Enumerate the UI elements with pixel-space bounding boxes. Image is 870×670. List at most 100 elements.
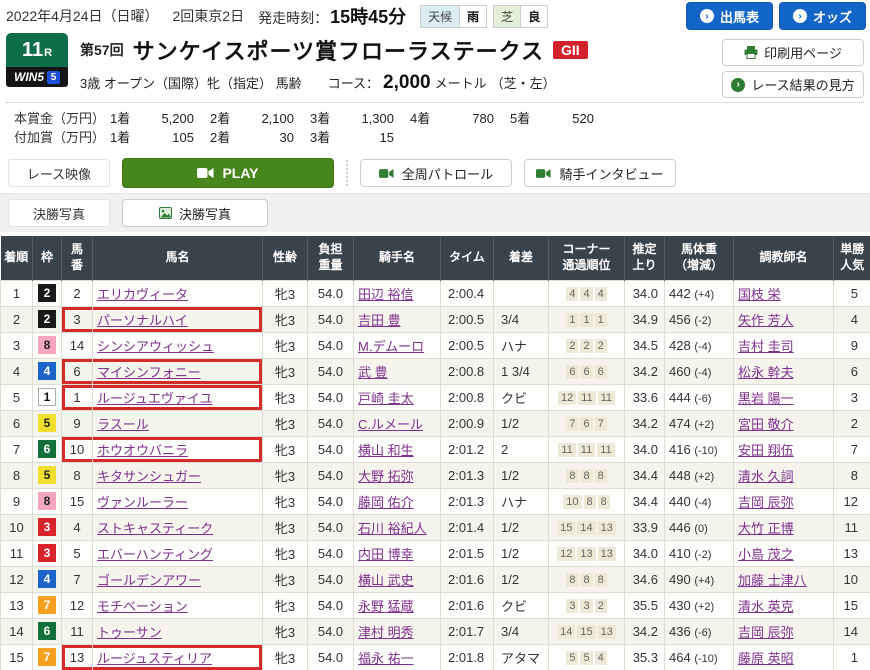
horse-name-link[interactable]: エリカヴィータ [97,287,188,302]
trainer-link[interactable]: 矢作 芳人 [738,313,794,328]
horse-name-link[interactable]: シンシアウィッシュ [97,339,214,354]
horse-name-link[interactable]: ヴァンルーラー [97,495,188,510]
print-page-button[interactable]: 印刷用ページ [722,39,864,66]
trainer-link[interactable]: 松永 幹夫 [738,365,794,380]
frame-badge: 5 [38,466,56,484]
horse-number: 12 [62,592,93,618]
horse-name-cell: ルージュエヴァイユ [93,384,263,410]
trainer-link[interactable]: 清水 英克 [738,599,794,614]
body-weight: 490 (+4) [665,566,734,592]
result-guide-button[interactable]: › レース結果の見方 [722,71,864,98]
jockey-link[interactable]: 津村 明秀 [358,625,414,640]
jockey-link[interactable]: 横山 武史 [358,573,414,588]
col-header-popularity: 単勝 人気 [834,236,870,280]
patrol-video-button[interactable]: 全周パトロール [360,159,512,187]
body-weight: 436 (-6) [665,618,734,644]
jockey-link[interactable]: 横山 和生 [358,443,414,458]
win-popularity: 6 [834,358,870,384]
trainer-link[interactable]: 宮田 敬介 [738,417,794,432]
jockey-link[interactable]: 田辺 裕信 [358,287,414,302]
trainer-link[interactable]: 安田 翔伍 [738,443,794,458]
jockey-link[interactable]: 武 豊 [358,365,388,380]
carried-weight: 54.0 [308,592,354,618]
horse-name-link[interactable]: ルージュスティリア [97,651,212,666]
results-header-row: 着順枠馬 番馬名性齢負担 重量騎手名タイム着差コーナー 通過順位推定 上り馬体重… [1,236,870,280]
trainer-link[interactable]: 清水 久詞 [738,469,794,484]
margin: ハナ [494,488,549,514]
result-row: 3814シンシアウィッシュ牝354.0M.デムーロ2:00.5ハナ22234.5… [1,332,870,358]
weather-value: 雨 [459,5,487,28]
jockey-link[interactable]: 大野 拓弥 [358,469,414,484]
race-edition: 第57回 [80,40,124,60]
sex-age: 牝3 [263,514,308,540]
trainer-link[interactable]: 藤原 英昭 [738,651,794,666]
frame-badge: 4 [38,362,56,380]
horse-number: 9 [62,410,93,436]
trainer-link[interactable]: 吉岡 辰弥 [738,495,794,510]
jockey-link[interactable]: M.デムーロ [358,339,424,354]
sex-age: 牝3 [263,618,308,644]
race-number-badge: 11R WIN55 [6,33,68,98]
entries-button[interactable]: ›出馬表 [686,2,773,30]
horse-name-link[interactable]: ストキャスティーク [97,521,213,536]
result-row: 659ラスール牝354.0C.ルメール2:00.91/276734.2474 (… [1,410,870,436]
trainer-link[interactable]: 加藤 士津八 [738,573,807,588]
jockey-link[interactable]: 戸崎 圭太 [358,391,414,406]
corner-position: 15 [557,521,575,535]
odds-button[interactable]: ›オッズ [779,2,866,30]
horse-name-cell: モチベーション [93,592,263,618]
finish-position: 5 [1,384,33,410]
sex-age: 牝3 [263,358,308,384]
jockey-link[interactable]: 永野 猛蔵 [358,599,414,614]
body-weight: 456 (-2) [665,306,734,332]
corner-position: 5 [566,651,578,665]
horse-name-link[interactable]: エバーハンティング [97,547,213,562]
horse-name-cell: マイシンフォニー [93,358,263,384]
prize-amount: 105 [142,128,194,147]
horse-name-link[interactable]: パーソナルハイ [97,313,188,328]
trainer-link[interactable]: 黒岩 陽一 [738,391,794,406]
jockey-link[interactable]: 内田 博幸 [358,547,414,562]
race-video-row: レース映像 PLAY 全周パトロール 騎手インタビュー [0,154,870,193]
corner-position: 1 [595,313,607,327]
jockey-link[interactable]: 福永 祐一 [358,651,414,666]
corner-position: 4 [580,287,592,301]
frame-badge: 6 [38,440,56,458]
jockey-link[interactable]: C.ルメール [358,417,423,432]
finish-photo-button[interactable]: 決勝写真 [122,199,268,227]
frame-cell: 5 [33,462,62,488]
corner-positions: 554 [549,644,625,670]
horse-name-link[interactable]: ホウオウバニラ [97,443,188,458]
sex-age: 牝3 [263,566,308,592]
margin: 1/2 [494,566,549,592]
margin: クビ [494,384,549,410]
last-3f: 34.2 [625,410,665,436]
trainer-link[interactable]: 小島 茂之 [738,547,794,562]
trainer-link[interactable]: 大竹 正博 [738,521,794,536]
result-row: 122エリカヴィータ牝354.0田辺 裕信2:00.444434.0442 (+… [1,280,870,306]
trainer-link[interactable]: 国枝 栄 [738,287,781,302]
result-row: 858キタサンシュガー牝354.0大野 拓弥2:01.31/288834.444… [1,462,870,488]
corner-position: 6 [595,365,607,379]
jockey-link[interactable]: 石川 裕紀人 [358,521,427,536]
jockey-link[interactable]: 吉田 豊 [358,313,401,328]
horse-name-link[interactable]: トゥーサン [97,625,162,640]
play-button[interactable]: PLAY [122,158,334,188]
horse-name-link[interactable]: キタサンシュガー [97,469,201,484]
jockey-link[interactable]: 藤岡 佑介 [358,495,414,510]
horse-name-link[interactable]: マイシンフォニー [97,365,201,380]
jockey-interview-button[interactable]: 騎手インタビュー [524,159,676,187]
finish-time: 2:01.2 [441,436,494,462]
carried-weight: 54.0 [308,488,354,514]
win-popularity: 7 [834,436,870,462]
horse-name-link[interactable]: モチベーション [97,599,188,614]
trainer-cell: 加藤 士津八 [734,566,834,592]
horse-name-link[interactable]: ゴールデンアワー [97,573,201,588]
finish-time: 2:01.6 [441,592,494,618]
prize-amount: 30 [242,128,294,147]
trainer-link[interactable]: 吉村 圭司 [738,339,794,354]
carried-weight: 54.0 [308,358,354,384]
horse-name-link[interactable]: ラスール [97,417,149,432]
horse-name-link[interactable]: ルージュエヴァイユ [97,391,213,406]
trainer-link[interactable]: 吉岡 辰弥 [738,625,794,640]
